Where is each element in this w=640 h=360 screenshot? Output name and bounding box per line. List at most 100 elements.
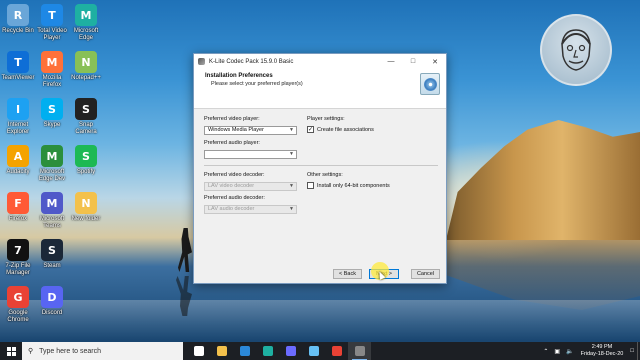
desktop-icon[interactable]: I Internet Explorer — [0, 98, 36, 136]
snap-camera-icon: S — [75, 98, 97, 120]
audacity-icon: A — [7, 145, 29, 167]
codec-logo — [420, 73, 440, 95]
file-associations-checkbox[interactable]: ✓ Create file associations — [307, 126, 374, 133]
dialog-titlebar[interactable]: K-Lite Codec Pack 15.9.0 Basic — □ ✕ — [194, 54, 446, 69]
desktop-icon-label: Notepad++ — [71, 75, 101, 81]
desktop-icon-label: Mozilla Firefox — [42, 75, 62, 88]
desktop-icon-label: Skype — [43, 122, 61, 128]
steam-icon-glyph — [308, 346, 319, 356]
back-button[interactable]: < Back — [333, 269, 362, 279]
dialog-body: Preferred video player: Windows Media Pl… — [194, 109, 446, 271]
checkbox-box[interactable]: ✓ — [307, 126, 314, 133]
desktop-icon-label: Microsoft Edge — [73, 28, 99, 41]
edge-dev-icon: M — [41, 145, 63, 167]
notepad-plus-icon: N — [75, 51, 97, 73]
desktop-icon-label: Recycle Bin — [2, 28, 34, 34]
cancel-button[interactable]: Cancel — [411, 269, 440, 279]
media-icon[interactable] — [279, 342, 302, 360]
minimize-button[interactable]: — — [380, 54, 402, 69]
firefox-icon: F — [7, 192, 29, 214]
audio-decoder-select: LAV audio decoder ▼ — [204, 205, 297, 214]
video-decoder-select: LAV video decoder ▼ — [204, 182, 297, 191]
task-view-icon[interactable] — [187, 342, 210, 360]
start-button[interactable] — [0, 342, 22, 360]
desktop-icon[interactable]: S Spotify — [68, 145, 104, 176]
desktop-icon[interactable]: M Mozilla Firefox — [34, 51, 70, 89]
file-explorer-icon-glyph — [216, 346, 227, 356]
steam-icon: S — [41, 239, 63, 261]
maximize-button[interactable]: □ — [402, 54, 424, 69]
chrome-icon[interactable] — [325, 342, 348, 360]
clock-date: Friday-18-Dec-20 — [580, 351, 624, 357]
desktop-icon-label: Total Video Player — [37, 28, 67, 41]
desktop-icon[interactable]: F Firefox — [0, 192, 36, 223]
desktop-icon[interactable]: S Steam — [34, 239, 70, 270]
chevron-down-icon: ▼ — [289, 183, 294, 189]
desktop-icon[interactable]: M Microsoft Edge — [68, 4, 104, 42]
media-icon-glyph — [285, 346, 296, 356]
edge-icon: M — [75, 4, 97, 26]
taskbar-search[interactable]: ⚲ Type here to search — [22, 342, 183, 360]
desktop-icon[interactable]: A Audacity — [0, 145, 36, 176]
discord-icon: D — [41, 286, 63, 308]
chrome-icon: G — [7, 286, 29, 308]
folder-icon: N — [75, 192, 97, 214]
desktop-icon[interactable]: M Microsoft Teams — [34, 192, 70, 230]
desktop-icon[interactable]: G Google Chrome — [0, 286, 36, 324]
desktop-icon[interactable]: 7 7-Zip File Manager — [0, 239, 36, 277]
firefox-icon: M — [41, 51, 63, 73]
recycle-bin-icon: R — [7, 4, 29, 26]
steam-icon[interactable] — [302, 342, 325, 360]
section-divider — [204, 165, 438, 166]
spotify-icon: S — [75, 145, 97, 167]
desktop-icon[interactable]: T TeamViewer — [0, 51, 36, 82]
desktop-icon[interactable]: T Total Video Player — [34, 4, 70, 42]
teamviewer-icon: T — [7, 51, 29, 73]
desktop-icon-label: 7-Zip File Manager — [5, 263, 31, 276]
file-associations-label: Create file associations — [317, 126, 374, 133]
audio-player-label: Preferred audio player: — [204, 140, 260, 146]
edge-icon[interactable] — [256, 342, 279, 360]
store-icon-glyph — [239, 346, 250, 356]
desktop-icon[interactable]: S Skype — [34, 98, 70, 129]
audio-player-select[interactable]: ▼ — [204, 150, 297, 159]
volume-icon[interactable]: 🔈 — [566, 348, 573, 355]
desktop-icon[interactable]: S Snap Camera — [68, 98, 104, 136]
installer-icon[interactable] — [348, 342, 371, 360]
desktop-icon-label: Audacity — [6, 169, 30, 175]
checkbox-box[interactable] — [307, 182, 314, 189]
player-settings-label: Player settings: — [307, 116, 345, 122]
audio-decoder-label: Preferred audio decoder: — [204, 195, 265, 201]
desktop-icon[interactable]: M Microsoft Edge Dev — [34, 145, 70, 183]
notifications-icon[interactable]: □ — [630, 348, 634, 354]
only-64bit-checkbox[interactable]: Install only 64-bit components — [307, 182, 390, 189]
desktop-icon[interactable]: D Discord — [34, 286, 70, 317]
only-64bit-label: Install only 64-bit components — [317, 182, 390, 189]
seven-zip-icon: 7 — [7, 239, 29, 261]
video-player-select[interactable]: Windows Media Player ▼ — [204, 126, 297, 135]
close-button[interactable]: ✕ — [424, 54, 446, 69]
desktop-icon-label: Microsoft Edge Dev — [38, 169, 66, 182]
file-explorer-icon[interactable] — [210, 342, 233, 360]
video-player-value: Windows Media Player — [208, 127, 264, 133]
desktop-icon[interactable]: N New folder — [68, 192, 104, 223]
search-placeholder: Type here to search — [39, 347, 102, 355]
desktop-icon[interactable]: R Recycle Bin — [0, 4, 36, 35]
minimize-icon: — — [387, 58, 395, 65]
clock[interactable]: 2:49 PM Friday-18-Dec-20 — [581, 344, 624, 358]
dialog-header: Installation Preferences Please select y… — [194, 69, 446, 109]
desktop-icon-label: Spotify — [76, 169, 96, 175]
desktop-icon-label: Snap Camera — [75, 122, 97, 135]
network-icon[interactable]: ▣ — [554, 348, 560, 355]
shore-wave — [0, 300, 640, 340]
user-avatar — [540, 14, 612, 86]
chevron-up-icon[interactable]: ⌃ — [543, 348, 548, 355]
desktop-icon-label: Microsoft Teams — [39, 216, 65, 229]
face-sketch-icon — [561, 29, 591, 71]
search-icon: ⚲ — [28, 348, 34, 355]
desktop-icon-label: Steam — [43, 263, 61, 269]
store-icon[interactable] — [233, 342, 256, 360]
desktop-icon[interactable]: N Notepad++ — [68, 51, 104, 82]
installer-dialog: K-Lite Codec Pack 15.9.0 Basic — □ ✕ Ins… — [193, 53, 447, 284]
skype-icon: S — [41, 98, 63, 120]
